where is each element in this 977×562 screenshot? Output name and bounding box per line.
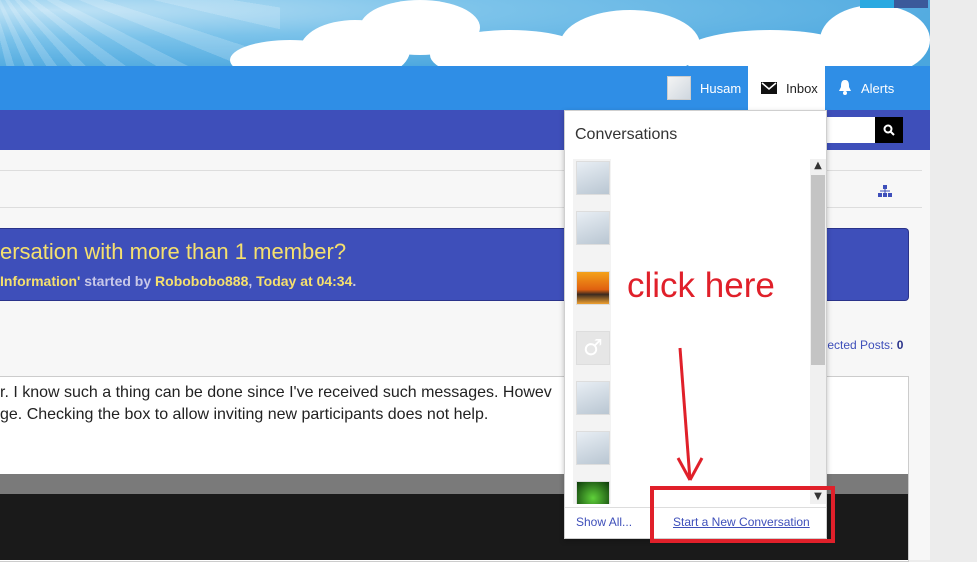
popup-title: Conversations [575,126,678,143]
show-all-link[interactable]: Show All... [576,515,632,529]
header-banner [0,0,930,66]
social-icon-facebook[interactable] [894,0,928,8]
sitemap-icon[interactable] [878,183,892,197]
male-symbol-avatar[interactable]: ♂ [576,331,610,365]
search-icon [883,124,895,136]
annotation-arrow [676,347,704,481]
meta-separator: , [248,273,257,289]
user-avatar [667,76,691,100]
conversation-avatar[interactable] [576,271,610,305]
conversation-avatar[interactable] [576,211,610,245]
alerts-tab[interactable]: Alerts [838,66,894,110]
post-line: ge. Checking the box to allow inviting n… [0,406,489,423]
conversation-avatar[interactable] [576,431,610,465]
conversation-avatar[interactable] [576,381,610,415]
envelope-icon [761,82,777,94]
post-line: r. I know such a thing can be done since… [0,384,552,401]
thread-meta: Information' started by Robobobo888, Tod… [0,273,356,289]
conversation-avatar[interactable] [576,481,610,504]
selected-posts-count: 0 [896,338,904,352]
search-input[interactable] [824,117,875,143]
chevron-up-icon[interactable]: ▲ [810,159,826,173]
selected-posts-counter[interactable]: elected Posts: 0 [818,338,903,352]
cloud-decoration [560,10,700,66]
inbox-label: Inbox [786,80,818,96]
annotation-highlight-box [650,486,835,543]
search-button[interactable] [875,117,903,143]
thread-time[interactable]: Today at 04:34 [256,273,352,289]
selected-posts-label: elected Posts: [818,338,894,352]
post-body: r. I know such a thing can be done since… [0,382,552,426]
user-name: Husam [700,80,742,96]
meta-period: . [352,273,357,289]
forum-link[interactable]: Information' [0,273,80,289]
scrollbar-thumb[interactable] [811,175,825,365]
started-by-text: started by [80,273,156,289]
bell-icon [838,79,852,98]
author-link[interactable]: Robobobo888 [155,273,248,289]
inbox-tab[interactable]: Inbox [748,66,825,110]
social-icon-twitter[interactable] [860,0,894,8]
conversation-avatar[interactable] [576,161,610,195]
page-gutter [930,0,977,560]
annotation-text: click here [627,266,775,305]
alerts-label: Alerts [861,80,895,96]
conversation-scrollbar[interactable]: ▲ ▼ [810,159,826,504]
thread-title: ersation with more than 1 member? [0,239,347,264]
user-menu[interactable]: Husam [667,66,741,110]
cloud-decoration [820,5,930,66]
